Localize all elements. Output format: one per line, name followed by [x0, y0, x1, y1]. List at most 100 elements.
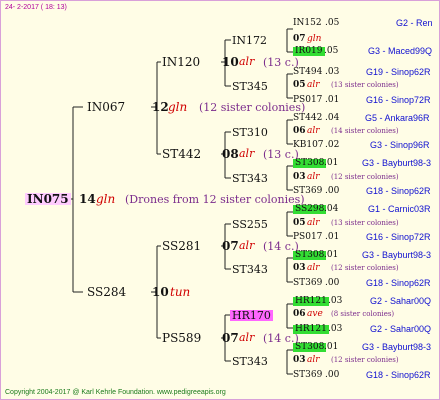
gen4-id-highlighted[interactable]: HR121 [293, 325, 329, 334]
gen4-suffix: .01 [324, 158, 339, 168]
gen3-breed: ave [307, 309, 323, 319]
gen2-id[interactable]: IN120 [162, 56, 200, 68]
date-stamp: 24- 2-2017 ( 18: 13) [5, 4, 67, 11]
gen3-year: 07 [293, 34, 306, 44]
gen3-year: 03 [293, 263, 306, 273]
gen4-suffix: .01 [324, 342, 339, 352]
gen3-note: (13 sister colonies) [331, 219, 399, 227]
gen2-breed: alr [239, 147, 255, 160]
gen4-location: G2 - Ren [396, 18, 433, 28]
gen3-id[interactable]: ST343 [232, 356, 268, 367]
gen3-id[interactable]: IN172 [232, 35, 267, 46]
gen3-id[interactable]: ST343 [232, 173, 268, 184]
gen4-id-highlighted[interactable]: IR019 [293, 47, 325, 56]
gen4-id[interactable]: PS017 [293, 96, 322, 105]
gen4-suffix: .03 [325, 67, 340, 77]
gen3-note: (12 sister colonies) [331, 264, 399, 272]
gen4-suffix: .00 [325, 370, 340, 380]
gen4-suffix: .03 [328, 296, 343, 306]
gen4-id-highlighted[interactable]: HR121 [293, 297, 329, 306]
gen4-id-highlighted[interactable]: ST308 [293, 251, 327, 260]
gen4-id[interactable]: ST369 [293, 187, 322, 196]
gen3-year: 03 [293, 172, 306, 182]
copyright-footer: Copyright 2004-2017 @ Karl Kehrle Founda… [5, 389, 226, 396]
root-year: 14 [79, 192, 96, 206]
gen3-id[interactable]: ST310 [232, 127, 268, 138]
gen4-id[interactable]: KB107 [293, 141, 324, 150]
gen3-year: 05 [293, 80, 306, 90]
gen4-id[interactable]: ST494 [293, 68, 322, 77]
gen2-year: 10 [222, 55, 239, 69]
gen2-breed: alr [239, 55, 255, 68]
mother-id[interactable]: SS284 [87, 286, 126, 298]
gen4-location: G3 - Bayburt98-3 [362, 158, 432, 168]
father-note: (12 sister colonies) [199, 101, 306, 114]
mother-breed: tun [170, 285, 191, 299]
gen3-year: 06 [293, 126, 306, 136]
gen4-location: G18 - Sinop62R [366, 370, 431, 380]
gen4-suffix: .00 [325, 186, 340, 196]
gen4-location: G18 - Sinop62R [366, 186, 431, 196]
gen3-id[interactable]: ST343 [232, 264, 268, 275]
gen3-breed: alr [307, 355, 320, 365]
gen4-id[interactable]: ST369 [293, 371, 322, 380]
gen4-location: G3 - Maced99Q [368, 46, 433, 56]
gen3-year: 03 [293, 355, 306, 365]
gen2-year: 07 [222, 331, 239, 345]
gen4-id[interactable]: ST442 [293, 114, 322, 123]
gen4-suffix: .04 [324, 204, 339, 214]
gen3-note: (14 sister colonies) [331, 127, 399, 135]
gen4-id[interactable]: ST369 [293, 279, 322, 288]
gen2-year: 08 [222, 147, 239, 161]
gen4-location: G3 - Bayburt98-3 [362, 250, 432, 260]
gen4-location: G1 - Carnic03R [368, 204, 431, 214]
gen3-breed: alr [307, 263, 320, 273]
root-note: (Drones from 12 sister colonies) [125, 193, 305, 206]
gen3-id[interactable]: SS255 [232, 219, 268, 230]
father-year: 12 [152, 100, 169, 114]
gen4-suffix: .01 [324, 250, 339, 260]
gen3-id[interactable]: ST345 [232, 81, 268, 92]
gen4-location: G2 - Sahar00Q [370, 296, 432, 306]
gen3-id-highlighted[interactable]: HR170 [230, 310, 273, 321]
gen3-year: 06 [293, 309, 306, 319]
gen2-breed: alr [239, 239, 255, 252]
gen2-id[interactable]: PS589 [162, 332, 201, 344]
gen4-suffix: .04 [325, 113, 340, 123]
mother-year: 10 [152, 285, 169, 299]
gen4-suffix: .01 [325, 95, 340, 105]
gen4-id[interactable]: IN152 [293, 19, 322, 28]
root-queen-id[interactable]: IN075 [25, 193, 71, 205]
gen3-note: (12 sister colonies) [331, 356, 399, 364]
gen2-year: 07 [222, 239, 239, 253]
gen2-id[interactable]: ST442 [162, 148, 201, 160]
gen3-note: (12 sister colonies) [331, 173, 399, 181]
gen4-location: G18 - Sinop62R [366, 278, 431, 288]
gen3-breed: alr [307, 172, 320, 182]
gen3-breed: alr [307, 126, 320, 136]
gen3-breed: alr [307, 218, 320, 228]
gen3-breed: gln [307, 34, 322, 44]
gen4-location: G3 - Sinop96R [370, 140, 430, 150]
gen4-location: G16 - Sinop72R [366, 95, 431, 105]
gen4-id-highlighted[interactable]: ST308 [293, 343, 327, 352]
pedigree-chart: 24- 2-2017 ( 18: 13) Copyright 2004-2017… [0, 0, 440, 400]
gen4-id[interactable]: PS017 [293, 233, 322, 242]
gen4-suffix: .01 [325, 232, 340, 242]
gen4-location: G3 - Bayburt98-3 [362, 342, 432, 352]
gen4-id-highlighted[interactable]: SS298 [293, 205, 327, 214]
gen4-suffix: .02 [325, 140, 340, 150]
father-id[interactable]: IN067 [87, 101, 125, 113]
gen4-id-highlighted[interactable]: ST308 [293, 159, 327, 168]
gen4-location: G16 - Sinop72R [366, 232, 431, 242]
gen4-suffix: .03 [328, 324, 343, 334]
gen3-year: 05 [293, 218, 306, 228]
father-breed: gln [168, 100, 188, 114]
gen2-id[interactable]: SS281 [162, 240, 201, 252]
gen4-location: G2 - Sahar00Q [370, 324, 432, 334]
root-breed: gln [96, 192, 116, 206]
gen4-suffix: .05 [324, 46, 339, 56]
gen4-suffix: .05 [325, 18, 340, 28]
gen4-location: G5 - Ankara96R [365, 113, 430, 123]
gen3-note: (8 sister colonies) [331, 310, 395, 318]
